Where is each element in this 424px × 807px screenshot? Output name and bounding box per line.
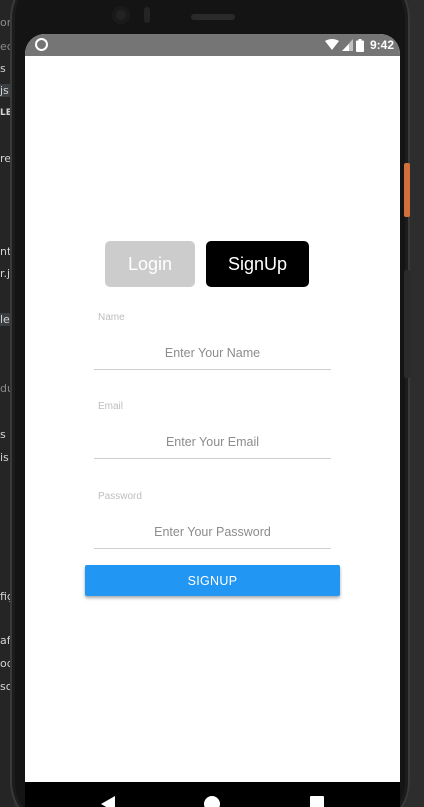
signup-tab-button[interactable]: SignUp (206, 241, 309, 287)
email-label: Email (98, 401, 124, 412)
power-button[interactable] (404, 163, 410, 217)
name-label: Name (98, 312, 125, 323)
desktop-background: or ec s js LE re nt r.js le du s is fiç … (0, 0, 424, 807)
sensor-icon (144, 7, 150, 23)
camera-icon (112, 6, 130, 24)
navigation-bar (25, 782, 400, 807)
email-input[interactable] (94, 425, 331, 459)
status-time: 9:42 (369, 38, 394, 52)
speaker-grille (191, 14, 235, 20)
home-icon[interactable] (204, 796, 220, 807)
password-input[interactable] (94, 515, 331, 549)
login-tab-button[interactable]: Login (105, 241, 195, 287)
signal-icon (341, 39, 353, 51)
wifi-icon (324, 39, 339, 50)
status-icons: 9:42 (324, 37, 394, 53)
recents-icon[interactable] (310, 796, 324, 807)
signup-submit-button[interactable]: SIGNUP (85, 565, 340, 596)
app-screen: 9:42 Login SignUp Name Email Password SI… (25, 34, 400, 782)
status-bar: 9:42 (25, 34, 400, 56)
back-icon[interactable] (101, 796, 115, 807)
battery-icon (355, 38, 364, 52)
volume-button[interactable] (404, 270, 410, 378)
name-input[interactable] (94, 336, 331, 370)
circle-icon (35, 38, 48, 51)
password-label: Password (98, 491, 142, 502)
